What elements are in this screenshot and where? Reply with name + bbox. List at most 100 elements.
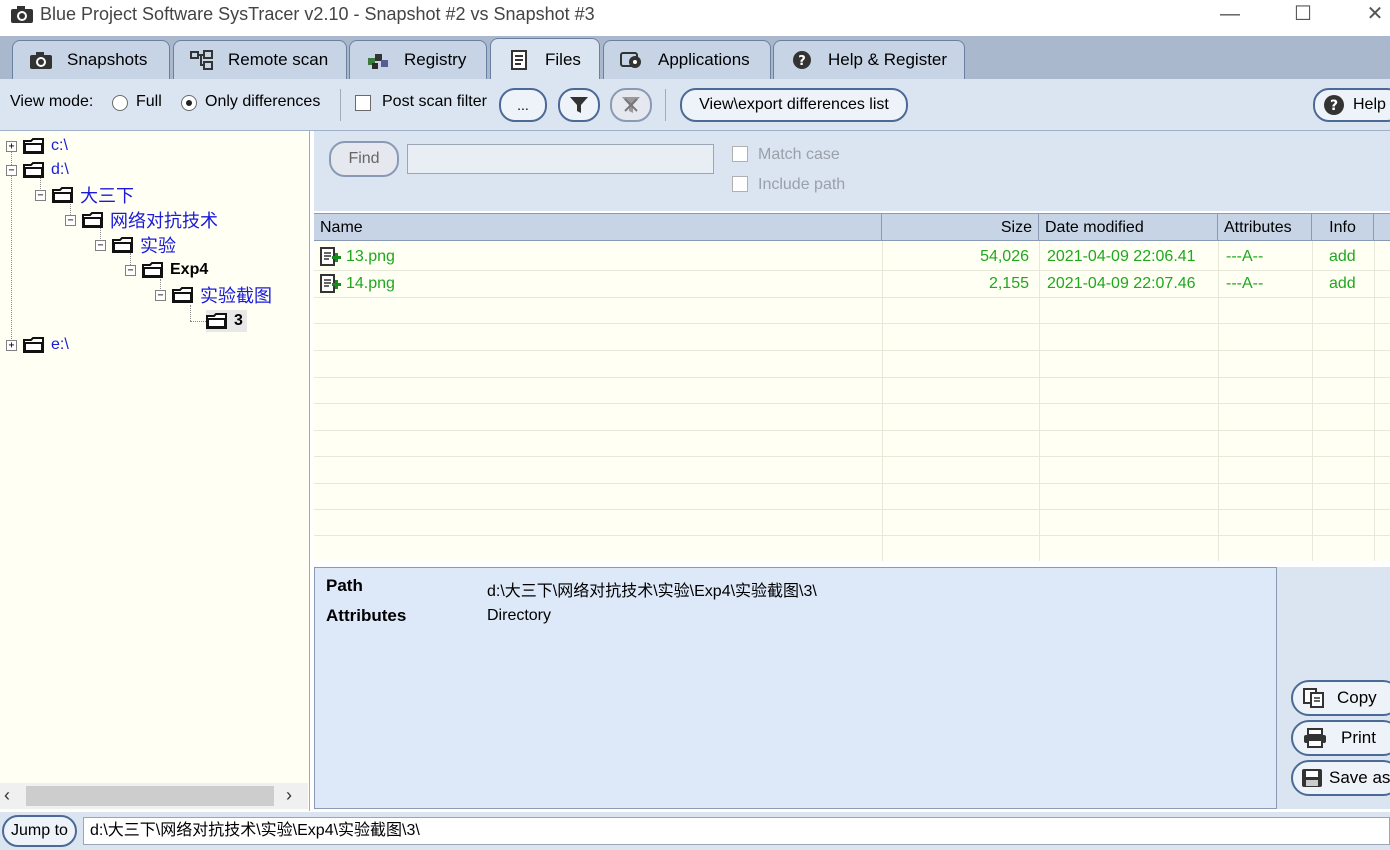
file-size: 2,155 xyxy=(988,275,1029,292)
tab-registry[interactable]: Registry xyxy=(349,40,487,79)
scroll-left-icon[interactable]: ‹ xyxy=(4,785,10,806)
copy-button[interactable]: Copy xyxy=(1291,680,1390,716)
find-input[interactable] xyxy=(407,144,714,174)
jump-bar: Jump to d:\大三下\网络对抗技术\实验\Exp4\实验截图\3\ xyxy=(0,812,1390,850)
find-button[interactable]: Find xyxy=(329,141,399,177)
post-scan-filter-checkbox[interactable] xyxy=(355,95,371,111)
collapse-icon[interactable]: − xyxy=(95,239,106,251)
scrollbar-thumb[interactable] xyxy=(26,786,274,806)
tree-node-e[interactable]: + e:\ xyxy=(6,334,69,356)
detail-panel: Path d:\大三下\网络对抗技术\实验\Exp4\实验截图\3\ Attri… xyxy=(314,567,1277,809)
folder-icon xyxy=(23,138,44,154)
tab-label: Files xyxy=(545,50,581,69)
svg-text:?: ? xyxy=(798,54,806,69)
help-label: Help xyxy=(1353,96,1386,113)
expand-icon[interactable]: + xyxy=(6,339,17,351)
folder-icon xyxy=(142,262,163,278)
tab-files[interactable]: Files xyxy=(490,38,600,81)
tree-node-3-selected[interactable]: 3 xyxy=(206,310,247,332)
column-header-info[interactable]: Info xyxy=(1312,214,1374,241)
funnel-icon xyxy=(570,97,588,113)
folder-icon xyxy=(82,212,103,228)
include-path-checkbox[interactable] xyxy=(732,176,748,192)
tab-remote-scan[interactable]: Remote scan xyxy=(173,40,347,79)
tree-node-exp4[interactable]: − Exp4 xyxy=(125,259,208,281)
camera-icon xyxy=(30,52,52,69)
file-name: 13.png xyxy=(346,248,395,265)
save-icon xyxy=(1302,769,1322,787)
svg-text:?: ? xyxy=(1330,98,1338,114)
folder-tree[interactable]: + c:\ − d:\ − 大三下 − 网络对抗技术 − 实验 − Exp4 −… xyxy=(0,131,310,811)
folder-icon xyxy=(23,162,44,178)
tree-node-label: e:\ xyxy=(51,336,69,353)
grid-divider xyxy=(314,430,1390,431)
jump-path-field[interactable]: d:\大三下\网络对抗技术\实验\Exp4\实验截图\3\ xyxy=(83,817,1390,845)
column-header-date[interactable]: Date modified xyxy=(1039,214,1218,241)
grid-divider xyxy=(314,350,1390,351)
collapse-icon[interactable]: − xyxy=(65,214,76,226)
view-mode-full-label: Full xyxy=(136,93,162,110)
tab-label: Registry xyxy=(404,50,467,69)
view-mode-differences-label: Only differences xyxy=(205,93,321,110)
applications-icon xyxy=(620,52,641,68)
tree-node-network[interactable]: − 网络对抗技术 xyxy=(65,209,218,231)
grid-divider xyxy=(314,456,1390,457)
collapse-icon[interactable]: − xyxy=(6,164,17,176)
help-button[interactable]: ? Help xyxy=(1313,88,1390,122)
file-added-icon xyxy=(320,274,341,293)
file-grid-header: Name Size Date modified Attributes Info xyxy=(314,213,1390,241)
grid-divider xyxy=(1374,241,1375,561)
print-label: Print xyxy=(1341,728,1376,747)
toolbar-divider xyxy=(665,89,666,121)
jump-to-button[interactable]: Jump to xyxy=(2,815,77,847)
include-path-label: Include path xyxy=(758,176,846,193)
tree-node-d[interactable]: − d:\ xyxy=(6,159,69,181)
apply-filter-button[interactable] xyxy=(558,88,600,122)
copy-label: Copy xyxy=(1337,688,1377,707)
tree-node-shiyan[interactable]: − 实验 xyxy=(95,234,176,256)
tab-help-register[interactable]: ? Help & Register xyxy=(773,40,965,79)
tab-applications[interactable]: Applications xyxy=(603,40,771,79)
grid-divider xyxy=(1218,241,1219,561)
view-export-differences-button[interactable]: View\export differences list xyxy=(680,88,908,122)
expand-icon[interactable]: + xyxy=(6,140,17,152)
toolbar: View mode: Full Only differences Post sc… xyxy=(0,79,1390,131)
minimize-button[interactable]: — xyxy=(1200,0,1260,30)
tree-node-screenshots[interactable]: − 实验截图 xyxy=(155,284,272,306)
tree-node-label: c:\ xyxy=(51,137,68,154)
print-button[interactable]: Print xyxy=(1291,720,1390,756)
file-size: 54,026 xyxy=(980,248,1029,265)
clear-filter-button[interactable] xyxy=(610,88,652,122)
file-grid[interactable]: 13.png 54,026 2021-04-09 22:06.41 ---A--… xyxy=(314,241,1390,561)
column-header-size[interactable]: Size xyxy=(882,214,1039,241)
filter-options-button[interactable]: ... xyxy=(499,88,547,122)
save-as-button[interactable]: Save as xyxy=(1291,760,1390,796)
collapse-icon[interactable]: − xyxy=(35,189,46,201)
tree-node-label: 3 xyxy=(234,312,243,329)
maximize-button[interactable]: ☐ xyxy=(1273,0,1333,30)
folder-icon xyxy=(52,187,73,203)
tree-node-label: 实验截图 xyxy=(200,286,272,306)
collapse-icon[interactable]: − xyxy=(125,264,136,276)
view-mode-label: View mode: xyxy=(10,93,94,110)
column-header-attributes[interactable]: Attributes xyxy=(1218,214,1312,241)
tree-horizontal-scrollbar[interactable]: ‹ › xyxy=(0,783,308,809)
collapse-icon[interactable]: − xyxy=(155,289,166,301)
toolbar-divider xyxy=(340,89,341,121)
match-case-label: Match case xyxy=(758,146,840,163)
grid-divider xyxy=(314,535,1390,536)
scroll-right-icon[interactable]: › xyxy=(286,785,292,806)
tab-snapshots[interactable]: Snapshots xyxy=(12,40,170,79)
path-value: d:\大三下\网络对抗技术\实验\Exp4\实验截图\3\ xyxy=(487,583,817,600)
view-mode-full-radio[interactable] xyxy=(112,95,128,111)
tree-node-c[interactable]: + c:\ xyxy=(6,135,68,157)
path-label: Path xyxy=(326,576,363,595)
match-case-checkbox[interactable] xyxy=(732,146,748,162)
view-mode-differences-radio[interactable] xyxy=(181,95,197,111)
tree-node-label: 实验 xyxy=(140,236,176,256)
column-header-name[interactable]: Name xyxy=(314,214,882,241)
grid-divider xyxy=(314,483,1390,484)
network-icon xyxy=(190,50,213,70)
tree-node-dasanxia[interactable]: − 大三下 xyxy=(35,184,134,206)
close-button[interactable]: ✕ xyxy=(1345,0,1390,30)
